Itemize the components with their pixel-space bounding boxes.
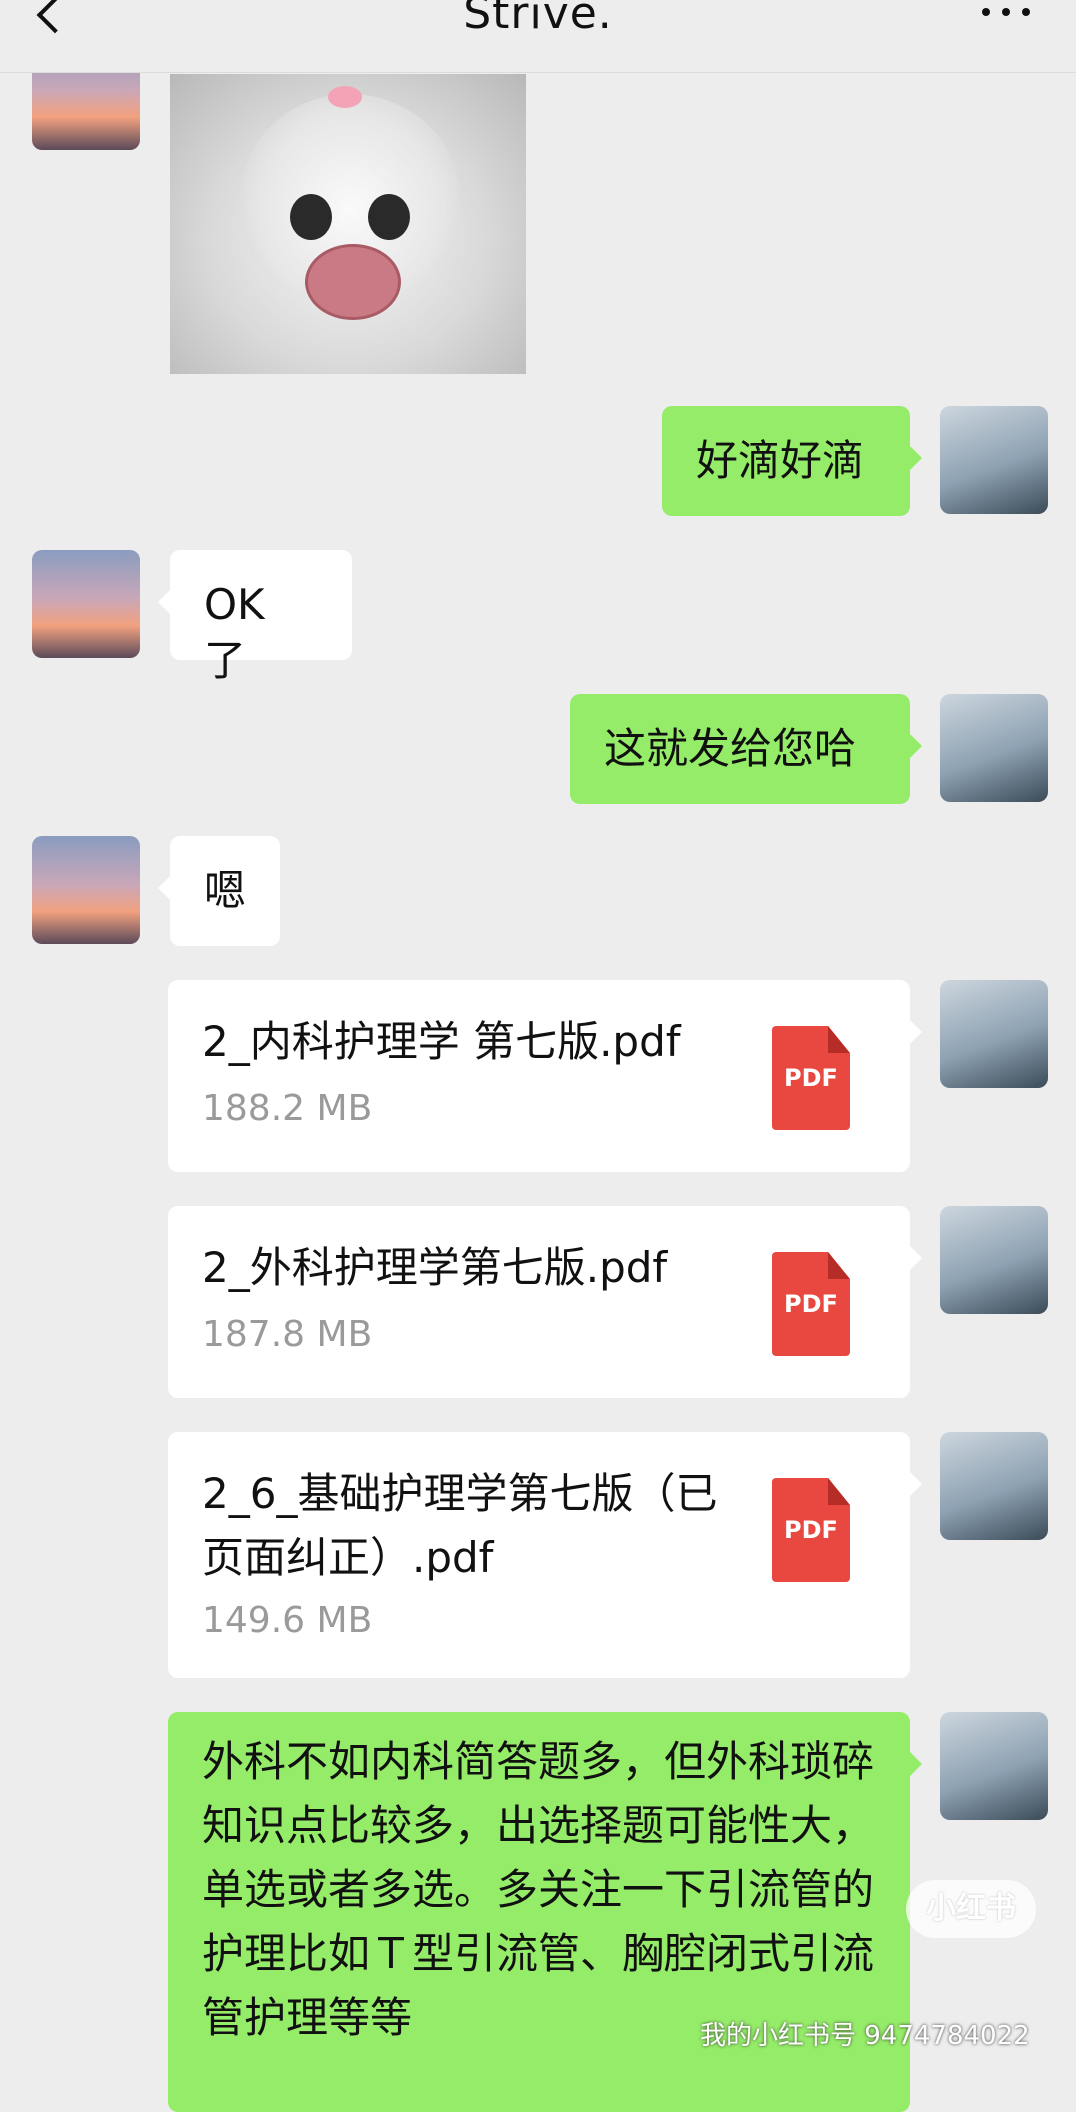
my-avatar[interactable] xyxy=(940,1206,1048,1314)
message-text: 外科不如内科简答题多，但外科琐碎知识点比较多，出选择题可能性大，单选或者多选。多… xyxy=(202,1737,875,2042)
pdf-file-icon: PDF xyxy=(772,1478,850,1582)
more-dots-icon xyxy=(1022,8,1030,16)
more-dots-icon xyxy=(982,8,990,16)
more-options-button[interactable] xyxy=(982,8,1032,28)
chat-title: Strive. xyxy=(463,0,613,39)
file-size: 188.2 MB xyxy=(202,1088,373,1129)
cat-eye-right xyxy=(368,194,410,240)
my-avatar[interactable] xyxy=(940,406,1048,514)
received-message-bubble[interactable]: 嗯 xyxy=(158,836,280,946)
file-message-card[interactable]: 2_内科护理学 第七版.pdf 188.2 MB PDF xyxy=(168,980,922,1172)
file-message-card[interactable]: 2_外科护理学第七版.pdf 187.8 MB PDF xyxy=(168,1206,922,1398)
my-avatar[interactable] xyxy=(940,1712,1048,1820)
my-avatar[interactable] xyxy=(940,694,1048,802)
my-avatar[interactable] xyxy=(940,980,1048,1088)
watermark-text: 我的小红书号 9474784022 xyxy=(700,2021,1030,2051)
contact-avatar[interactable] xyxy=(32,836,140,944)
message-text: 这就发给您哈 xyxy=(604,724,857,773)
message-text: 好滴好滴 xyxy=(696,436,865,485)
file-size: 149.6 MB xyxy=(202,1600,373,1641)
sent-message-bubble[interactable]: 外科不如内科简答题多，但外科琐碎知识点比较多，出选择题可能性大，单选或者多选。多… xyxy=(168,1712,922,2112)
more-dots-icon xyxy=(1002,8,1010,16)
received-message-bubble[interactable]: OK 了 xyxy=(158,550,352,685)
file-name: 2_外科护理学第七版.pdf xyxy=(202,1243,668,1292)
message-text: 嗯 xyxy=(204,866,247,915)
cat-sticker-image[interactable] xyxy=(170,74,526,374)
pink-bow xyxy=(328,86,362,108)
cat-face xyxy=(240,86,460,320)
my-avatar[interactable] xyxy=(940,1432,1048,1540)
contact-avatar[interactable] xyxy=(32,550,140,658)
sent-message-bubble[interactable]: 这就发给您哈 xyxy=(570,694,922,804)
cat-mouth xyxy=(305,244,401,320)
sent-message-bubble[interactable]: 好滴好滴 xyxy=(662,406,922,516)
message-text: OK 了 xyxy=(204,580,265,685)
file-message-card[interactable]: 2_6_基础护理学第七版（已页面纠正）.pdf 149.6 MB PDF xyxy=(168,1432,922,1678)
chat-header: Strive. xyxy=(0,0,1076,73)
cat-eye-left xyxy=(290,194,332,240)
pdf-file-icon: PDF xyxy=(772,1026,850,1130)
file-size: 187.8 MB xyxy=(202,1314,373,1355)
xiaohongshu-logo: 小红书 xyxy=(906,1880,1036,1938)
file-name: 2_内科护理学 第七版.pdf xyxy=(202,1017,681,1066)
pdf-file-icon: PDF xyxy=(772,1252,850,1356)
file-name: 2_6_基础护理学第七版（已页面纠正）.pdf xyxy=(202,1469,718,1582)
